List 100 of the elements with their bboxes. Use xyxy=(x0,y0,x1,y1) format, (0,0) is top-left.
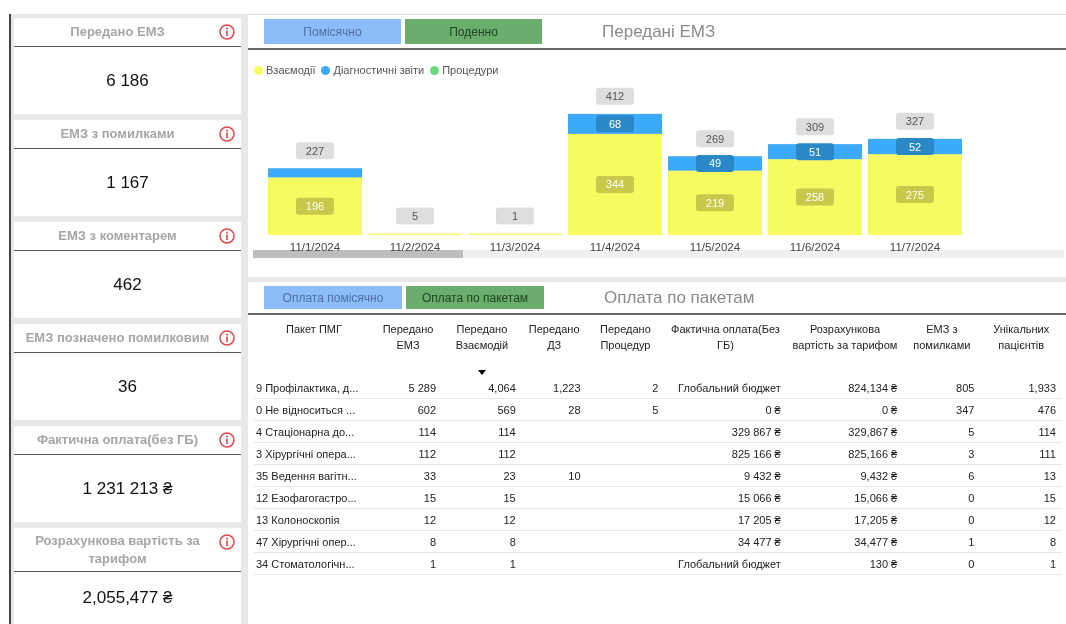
table-cell: 602 xyxy=(417,403,437,416)
panel-title: Оплата по пакетам xyxy=(604,287,755,308)
legend-label: Взаємодії xyxy=(266,64,316,76)
table-cell: 347 xyxy=(956,403,975,416)
table-cell: 28 xyxy=(568,403,581,416)
table-cell: 3 Хірургічні опера... xyxy=(256,447,356,460)
axis-label: 11/3/2024 xyxy=(489,241,541,253)
table-cell: 4,064 xyxy=(488,381,516,394)
table-cell: 34,477 ₴ xyxy=(854,535,898,548)
data-label: 68 xyxy=(608,117,622,130)
sort-icon[interactable] xyxy=(477,370,486,375)
table-cell: 33 xyxy=(423,469,437,482)
data-label: 219 xyxy=(696,194,734,212)
table-cell: Глобальний бюджет xyxy=(678,381,781,394)
info-icon[interactable] xyxy=(219,24,235,40)
table-cell: 4 Стаціонарна до... xyxy=(256,425,355,438)
table-cell: 9 432 ₴ xyxy=(744,469,781,482)
table-cell: 15 xyxy=(503,491,516,504)
table-cell: 1 xyxy=(968,535,975,548)
table-cell: 130 ₴ xyxy=(869,557,898,570)
column-header[interactable]: Передано ДЗ xyxy=(525,321,583,353)
total-label: 1 xyxy=(496,207,534,225)
total-label: 227 xyxy=(296,142,334,160)
table-cell: 12 Езофагогастро... xyxy=(256,491,357,504)
column-header[interactable]: Фактична оплата(Без ГБ) xyxy=(668,321,783,353)
column-header[interactable]: Унікальних пацієнтів xyxy=(984,321,1058,353)
info-icon[interactable] xyxy=(219,330,235,346)
table-cell: 5 xyxy=(968,425,975,438)
card-value: 2,055,477 ₴ xyxy=(81,587,174,610)
column-header[interactable]: ЕМЗ з помилками xyxy=(907,321,977,353)
axis-label: 11/5/2024 xyxy=(689,241,741,253)
table-cell: 15 xyxy=(423,491,437,504)
table-cell: 1,933 xyxy=(1028,381,1056,394)
annotation: 227 xyxy=(305,144,325,157)
table-cell: 329 867 ₴ xyxy=(731,425,781,438)
axis-label: 11/2/2024 xyxy=(389,241,441,253)
column-header[interactable]: Пакет ПМГ xyxy=(286,321,342,337)
table-cell: 0 xyxy=(968,513,975,526)
table-cell: 15 066 ₴ xyxy=(737,491,781,504)
data-label: 275 xyxy=(905,188,925,201)
table-cell: 47 Хірургічні опер... xyxy=(256,535,356,548)
table-cell: 0 xyxy=(968,491,975,504)
annotation: 269 xyxy=(705,132,725,145)
table-cell: 112 xyxy=(418,447,437,460)
table-cell: 5 289 xyxy=(408,381,437,394)
table-cell: 35 Ведення вагітн... xyxy=(256,469,357,482)
scrollbar[interactable] xyxy=(253,250,1064,258)
table-cell: 10 xyxy=(568,469,581,482)
info-icon[interactable] xyxy=(219,228,235,244)
column-header[interactable]: Передано Взаємодій xyxy=(446,321,518,353)
table-cell: 824,134 ₴ xyxy=(848,381,898,394)
table-cell: 825,166 ₴ xyxy=(848,447,898,460)
column-header[interactable]: Передано Процедур xyxy=(590,321,661,353)
table-cell: 17 205 ₴ xyxy=(737,513,781,526)
table-cell: 1 xyxy=(1049,557,1056,570)
table-cell: 9 Профілактика, д... xyxy=(256,381,359,394)
toggle-button[interactable]: Оплата по пакетам xyxy=(406,286,544,309)
legend-label: Діагностичні звіти xyxy=(333,64,425,76)
table-cell: 2 xyxy=(652,381,659,394)
total-label: 412 xyxy=(596,87,634,105)
annotation: 5 xyxy=(411,210,419,222)
table-cell: 12 xyxy=(423,513,437,526)
table-cell: 1,223 xyxy=(553,381,581,394)
table-cell: 12 xyxy=(503,513,516,526)
table-cell: 114 xyxy=(418,425,437,438)
table-cell: 12 xyxy=(1043,513,1056,526)
table-cell: 114 xyxy=(1038,425,1056,438)
table-cell: 329,867 ₴ xyxy=(848,425,898,438)
info-icon[interactable] xyxy=(219,534,235,550)
annotation: 309 xyxy=(805,120,825,133)
table-cell: 15 xyxy=(1043,491,1056,504)
data-label: 275 xyxy=(896,186,934,204)
table-cell: 0 ₴ xyxy=(881,403,898,416)
data-label: 196 xyxy=(305,200,325,213)
data-label: 52 xyxy=(908,140,922,153)
card-value: 6 186 xyxy=(105,69,150,92)
axis-label: 11/1/2024 xyxy=(289,241,341,253)
card-title: Передано ЕМЗ xyxy=(70,23,165,41)
axis-label: 11/4/2024 xyxy=(589,241,641,253)
table-cell: 8 xyxy=(429,535,437,548)
card-title: ЕМЗ з коментарем xyxy=(58,227,177,245)
table-cell: 1 xyxy=(429,557,437,570)
card-title: ЕМЗ з помилками xyxy=(60,125,175,143)
total-label: 309 xyxy=(796,118,834,136)
data-label: 258 xyxy=(805,191,825,204)
table-cell: 5 xyxy=(652,403,659,416)
table-cell: 8 xyxy=(1049,535,1056,548)
info-icon[interactable] xyxy=(219,432,235,448)
table-cell: 805 xyxy=(956,381,975,394)
info-icon[interactable] xyxy=(219,126,235,142)
total-label: 5 xyxy=(396,207,434,225)
table-cell: 825 166 ₴ xyxy=(731,447,781,460)
table-cell: 0 xyxy=(968,557,975,570)
table-cell: Глобальний бюджет xyxy=(678,557,781,570)
column-header[interactable]: Розрахункова вартість за тарифом xyxy=(790,321,900,353)
toggle-button[interactable]: Поденно xyxy=(405,19,542,44)
table-cell: 3 xyxy=(968,447,975,460)
total-label: 327 xyxy=(896,112,934,130)
card-value: 36 xyxy=(117,375,138,398)
column-header[interactable]: Передано ЕМЗ xyxy=(378,321,439,353)
